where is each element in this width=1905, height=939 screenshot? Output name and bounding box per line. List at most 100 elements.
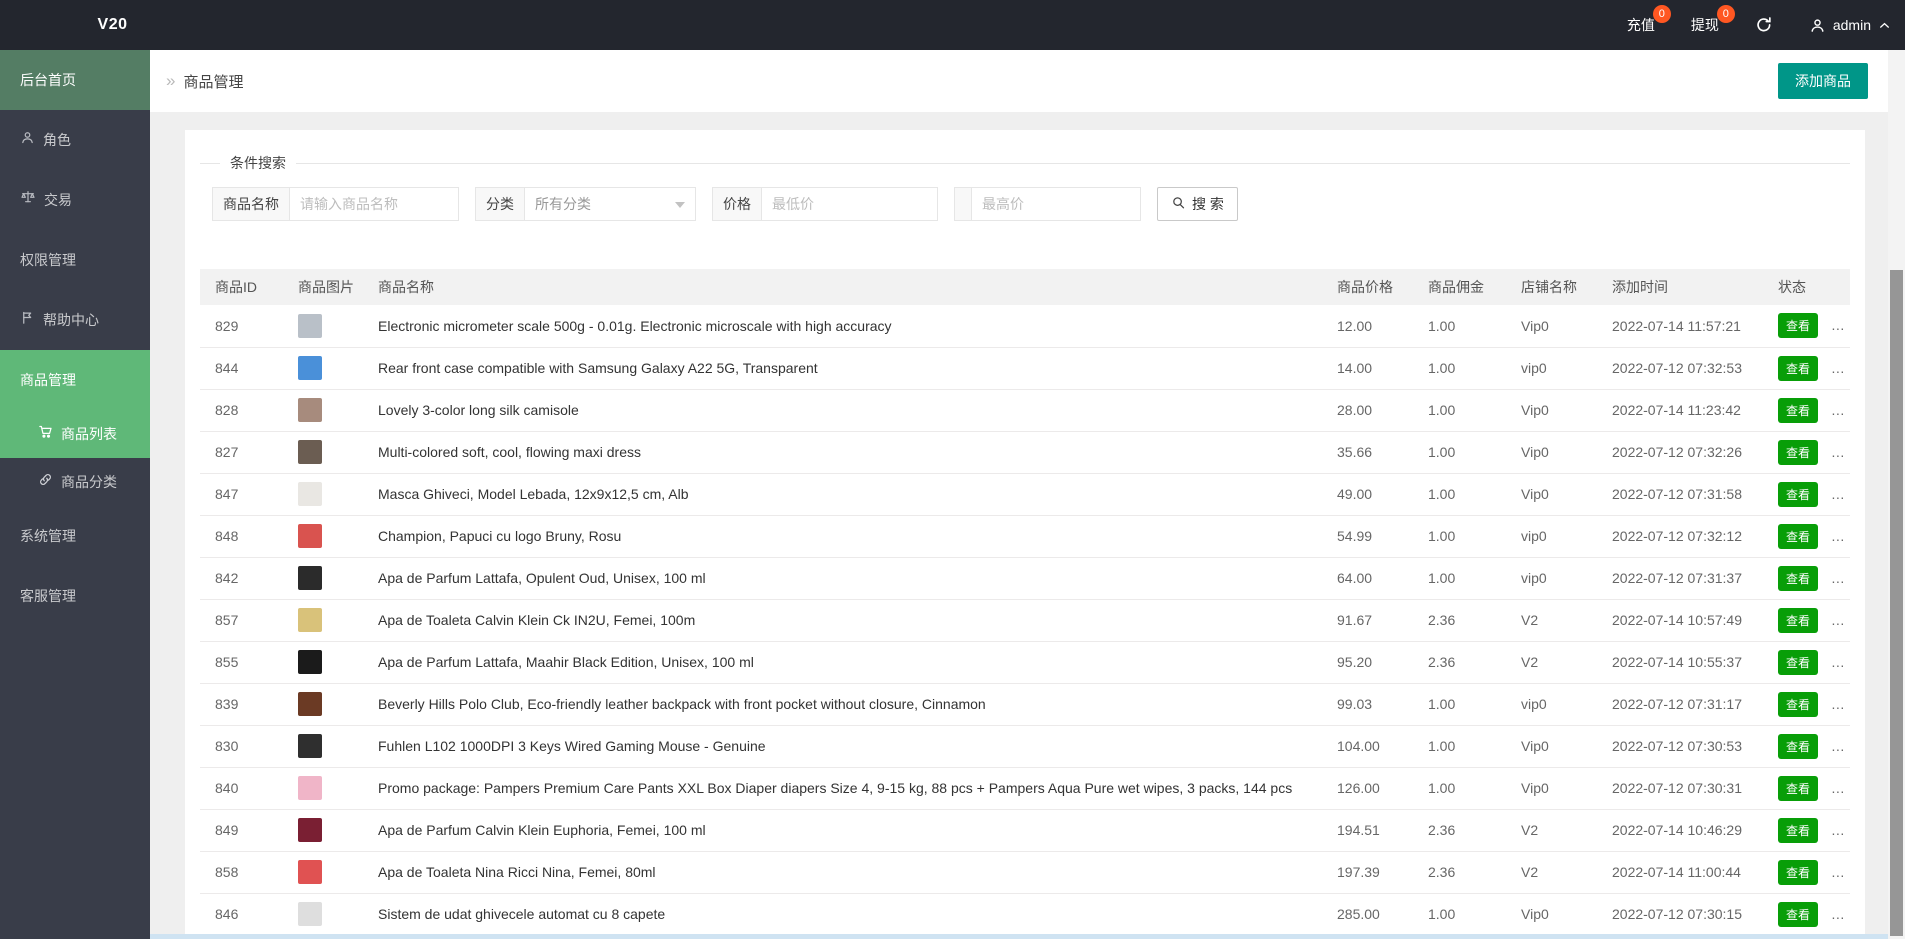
product-image (298, 692, 322, 716)
search-button[interactable]: 搜 索 (1157, 187, 1238, 221)
column-header: 商品ID (200, 269, 283, 305)
product-id-cell: 848 (200, 515, 283, 558)
delete-button[interactable]: 删除 (1830, 355, 1850, 381)
add-product-button[interactable]: 添加商品 (1778, 63, 1868, 99)
sidebar-item-label: 交易 (44, 192, 72, 208)
product-image-cell (283, 473, 363, 516)
status-cell: 查看 删除 (1763, 599, 1850, 642)
search-icon (1171, 195, 1186, 213)
product-name-group: 商品名称 (212, 187, 459, 221)
view-button[interactable]: 查看 (1778, 733, 1819, 759)
view-button[interactable]: 查看 (1778, 607, 1819, 633)
delete-button[interactable]: 删除 (1830, 565, 1850, 591)
view-button[interactable]: 查看 (1778, 691, 1819, 717)
delete-button[interactable]: 删除 (1830, 523, 1850, 549)
delete-button[interactable]: 删除 (1830, 397, 1850, 423)
product-image-cell (283, 641, 363, 684)
min-price-input[interactable] (761, 187, 938, 221)
view-button[interactable]: 查看 (1778, 481, 1819, 507)
product-commission-cell: 2.36 (1413, 809, 1506, 852)
product-name-cell: Sistem de udat ghivecele automat cu 8 ca… (363, 893, 1322, 936)
sidebar-item-trade[interactable]: 交易 (0, 170, 150, 230)
status-cell: 查看 删除 (1763, 557, 1850, 600)
created-time-cell: 2022-07-12 07:31:58 (1597, 473, 1763, 516)
product-image (298, 482, 322, 506)
delete-button[interactable]: 删除 (1830, 313, 1850, 339)
product-image (298, 734, 322, 758)
sidebar-item-help[interactable]: 帮助中心 (0, 290, 150, 350)
delete-button[interactable]: 删除 (1830, 901, 1850, 927)
view-button[interactable]: 查看 (1778, 439, 1819, 465)
sidebar-item-product-list[interactable]: 商品列表 (0, 410, 150, 458)
view-button[interactable]: 查看 (1778, 901, 1819, 927)
product-commission-cell: 2.36 (1413, 599, 1506, 642)
status-cell: 查看 删除 (1763, 641, 1850, 684)
created-time-cell: 2022-07-12 07:30:53 (1597, 725, 1763, 768)
sidebar-item-products[interactable]: 商品管理 (0, 350, 150, 410)
delete-button[interactable]: 删除 (1830, 481, 1850, 507)
store-name-cell: Vip0 (1506, 431, 1597, 474)
max-price-input[interactable] (971, 187, 1141, 221)
refresh-button[interactable] (1737, 0, 1791, 50)
delete-button[interactable]: 删除 (1830, 775, 1850, 801)
view-button[interactable]: 查看 (1778, 565, 1819, 591)
created-time-cell: 2022-07-14 11:57:21 (1597, 305, 1763, 348)
product-name-cell: Apa de Toaleta Calvin Klein Ck IN2U, Fem… (363, 599, 1322, 642)
delete-button[interactable]: 删除 (1830, 817, 1850, 843)
product-id-cell: 858 (200, 851, 283, 894)
column-header: 商品佣金 (1413, 269, 1506, 305)
view-button[interactable]: 查看 (1778, 859, 1819, 885)
product-table-body: 829 Electronic micrometer scale 500g - 0… (200, 305, 1850, 939)
delete-button[interactable]: 删除 (1830, 859, 1850, 885)
product-id-cell: 827 (200, 431, 283, 474)
table-row: 857 Apa de Toaleta Calvin Klein Ck IN2U,… (200, 599, 1850, 642)
product-image-cell (283, 725, 363, 768)
category-selected-value: 所有分类 (535, 196, 591, 212)
search-legend: 条件搜索 (230, 155, 286, 171)
sidebar-item-roles[interactable]: 角色 (0, 110, 150, 170)
sidebar-item-product-categories[interactable]: 商品分类 (0, 458, 150, 506)
product-name-cell: Promo package: Pampers Premium Care Pant… (363, 767, 1322, 810)
sidebar-item-permissions[interactable]: 权限管理 (0, 230, 150, 290)
view-button[interactable]: 查看 (1778, 523, 1819, 549)
view-button[interactable]: 查看 (1778, 397, 1819, 423)
sidebar-item-support[interactable]: 客服管理 (0, 566, 150, 626)
sidebar-item-home[interactable]: 后台首页 (0, 50, 150, 110)
vertical-scrollbar-thumb[interactable] (1890, 270, 1903, 936)
product-image-cell (283, 893, 363, 936)
view-button[interactable]: 查看 (1778, 817, 1819, 843)
delete-button[interactable]: 删除 (1830, 607, 1850, 633)
product-name-input[interactable] (289, 187, 459, 221)
max-price-group (954, 187, 1141, 221)
horizontal-scrollbar[interactable] (150, 934, 1888, 939)
recharge-label: 充值 (1626, 17, 1655, 33)
view-button[interactable]: 查看 (1778, 775, 1819, 801)
admin-menu[interactable]: admin (1791, 0, 1905, 50)
category-select[interactable]: 所有分类 (524, 187, 696, 221)
view-button[interactable]: 查看 (1778, 649, 1819, 675)
recharge-button[interactable]: 充值 0 (1609, 0, 1673, 50)
delete-button[interactable]: 删除 (1830, 649, 1850, 675)
store-name-cell: V2 (1506, 851, 1597, 894)
product-price-cell: 28.00 (1322, 389, 1413, 432)
product-image-cell (283, 683, 363, 726)
min-price-group: 价格 (712, 187, 938, 221)
withdraw-button[interactable]: 提现 0 (1673, 0, 1737, 50)
table-row: 830 Fuhlen L102 1000DPI 3 Keys Wired Gam… (200, 725, 1850, 768)
table-row: 849 Apa de Parfum Calvin Klein Euphoria,… (200, 809, 1850, 852)
delete-button[interactable]: 删除 (1830, 733, 1850, 759)
table-row: 842 Apa de Parfum Lattafa, Opulent Oud, … (200, 557, 1850, 600)
status-cell: 查看 删除 (1763, 431, 1850, 474)
refresh-icon (1755, 16, 1773, 34)
column-header: 商品图片 (283, 269, 363, 305)
store-name-cell: V2 (1506, 809, 1597, 852)
status-cell: 查看 删除 (1763, 305, 1850, 348)
delete-button[interactable]: 删除 (1830, 439, 1850, 465)
store-name-cell: V2 (1506, 599, 1597, 642)
person-icon (20, 110, 35, 170)
sidebar-item-system[interactable]: 系统管理 (0, 506, 150, 566)
delete-button[interactable]: 删除 (1830, 691, 1850, 717)
view-button[interactable]: 查看 (1778, 355, 1819, 381)
view-button[interactable]: 查看 (1778, 313, 1819, 339)
created-time-cell: 2022-07-14 10:46:29 (1597, 809, 1763, 852)
